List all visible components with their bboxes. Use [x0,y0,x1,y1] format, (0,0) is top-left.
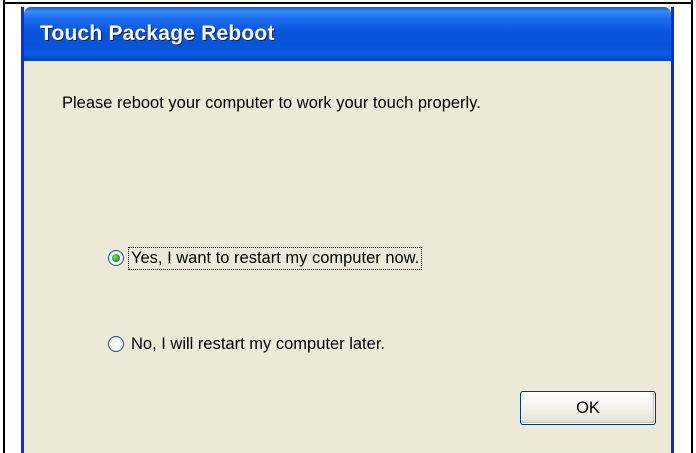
restart-now-radio-icon[interactable] [108,250,124,266]
ok-button[interactable]: OK [520,391,656,425]
outer-frame-left-border [3,0,5,453]
title-bar[interactable]: Touch Package Reboot [24,7,671,61]
restart-later-option[interactable]: No, I will restart my computer later. [108,332,387,356]
screen: Touch Package Reboot Please reboot your … [0,0,696,453]
restart-later-radio-icon[interactable] [108,336,124,352]
restart-later-label[interactable]: No, I will restart my computer later. [129,334,387,355]
restart-now-label[interactable]: Yes, I want to restart my computer now. [127,246,423,270]
outer-frame-top-border [3,2,693,4]
outer-frame-right-border [691,0,693,453]
restart-now-option[interactable]: Yes, I want to restart my computer now. [108,246,423,270]
reboot-message: Please reboot your computer to work your… [62,94,481,112]
dialog-title: Touch Package Reboot [40,22,275,45]
reboot-dialog: Touch Package Reboot Please reboot your … [21,7,674,453]
